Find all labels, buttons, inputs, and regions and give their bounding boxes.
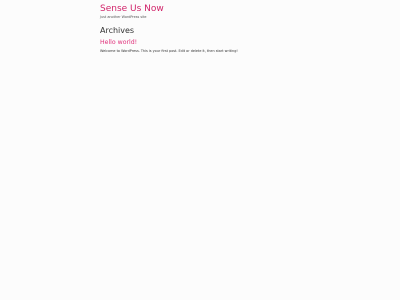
site-tagline: Just another WordPress site xyxy=(100,15,147,19)
site-title-link[interactable]: Sense Us Now xyxy=(100,4,310,15)
page: Sense Us Now Just another WordPress site… xyxy=(0,0,400,300)
page-title: Archives xyxy=(100,26,135,35)
post-title-link[interactable]: Hello world! xyxy=(100,39,310,47)
post-item: Hello world! Welcome to WordPress. This … xyxy=(100,39,310,54)
main-content: Sense Us Now Just another WordPress site… xyxy=(100,4,310,54)
post-excerpt: Welcome to WordPress. This is your first… xyxy=(100,49,238,53)
